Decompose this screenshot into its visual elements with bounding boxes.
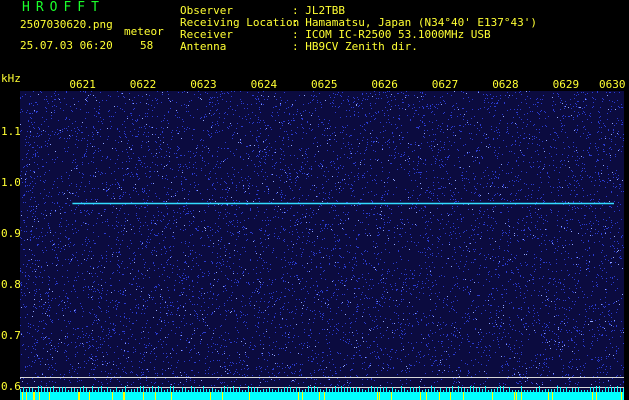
meteor-count: 58 xyxy=(140,39,154,52)
header: HROFFT 2507030620.png 25.07.03 06:20 met… xyxy=(0,0,629,72)
x-tick-label: 0626 xyxy=(371,78,398,91)
x-tick-label: 0625 xyxy=(311,78,338,91)
x-tick-label: 0627 xyxy=(431,78,459,91)
x-tick-label: 0629 xyxy=(552,78,580,91)
x-tick-label: 0621 xyxy=(69,78,96,91)
meteor-label: meteor xyxy=(124,25,164,38)
filename: 2507030620.png xyxy=(20,18,113,31)
y-tick-label: 0.9 xyxy=(1,227,21,240)
y-tick-label: 1.1 xyxy=(1,124,21,138)
x-tick-label: 0622 xyxy=(129,78,157,91)
antenna-label: Antenna xyxy=(180,40,227,53)
timestamp: 25.07.03 06:20 xyxy=(20,39,113,52)
x-tick-label: 0624 xyxy=(250,78,278,91)
app-brand: HROFFT xyxy=(22,0,105,15)
baseline-band xyxy=(20,392,624,400)
spectrogram-plot xyxy=(20,91,624,400)
noise-bright-dots xyxy=(20,91,624,386)
x-tick-label: 0628 xyxy=(492,78,519,91)
x-tick-label: 0623 xyxy=(190,78,217,91)
baseline-ripple xyxy=(20,386,624,392)
spectrogram-svg xyxy=(20,91,624,400)
x-tick-label: 0630 xyxy=(599,78,626,91)
y-tick-label: 0.6 xyxy=(1,380,21,394)
y-tick-label: 1.0 xyxy=(1,175,21,189)
y-tick-label: 0.7 xyxy=(1,329,21,343)
antenna-value: : HB9CV Zenith dir. xyxy=(292,40,418,53)
noise-dots xyxy=(20,91,624,386)
y-tick-label: 0.8 xyxy=(1,278,21,292)
noise-field xyxy=(20,91,624,386)
y-axis-unit: kHz xyxy=(1,72,21,85)
